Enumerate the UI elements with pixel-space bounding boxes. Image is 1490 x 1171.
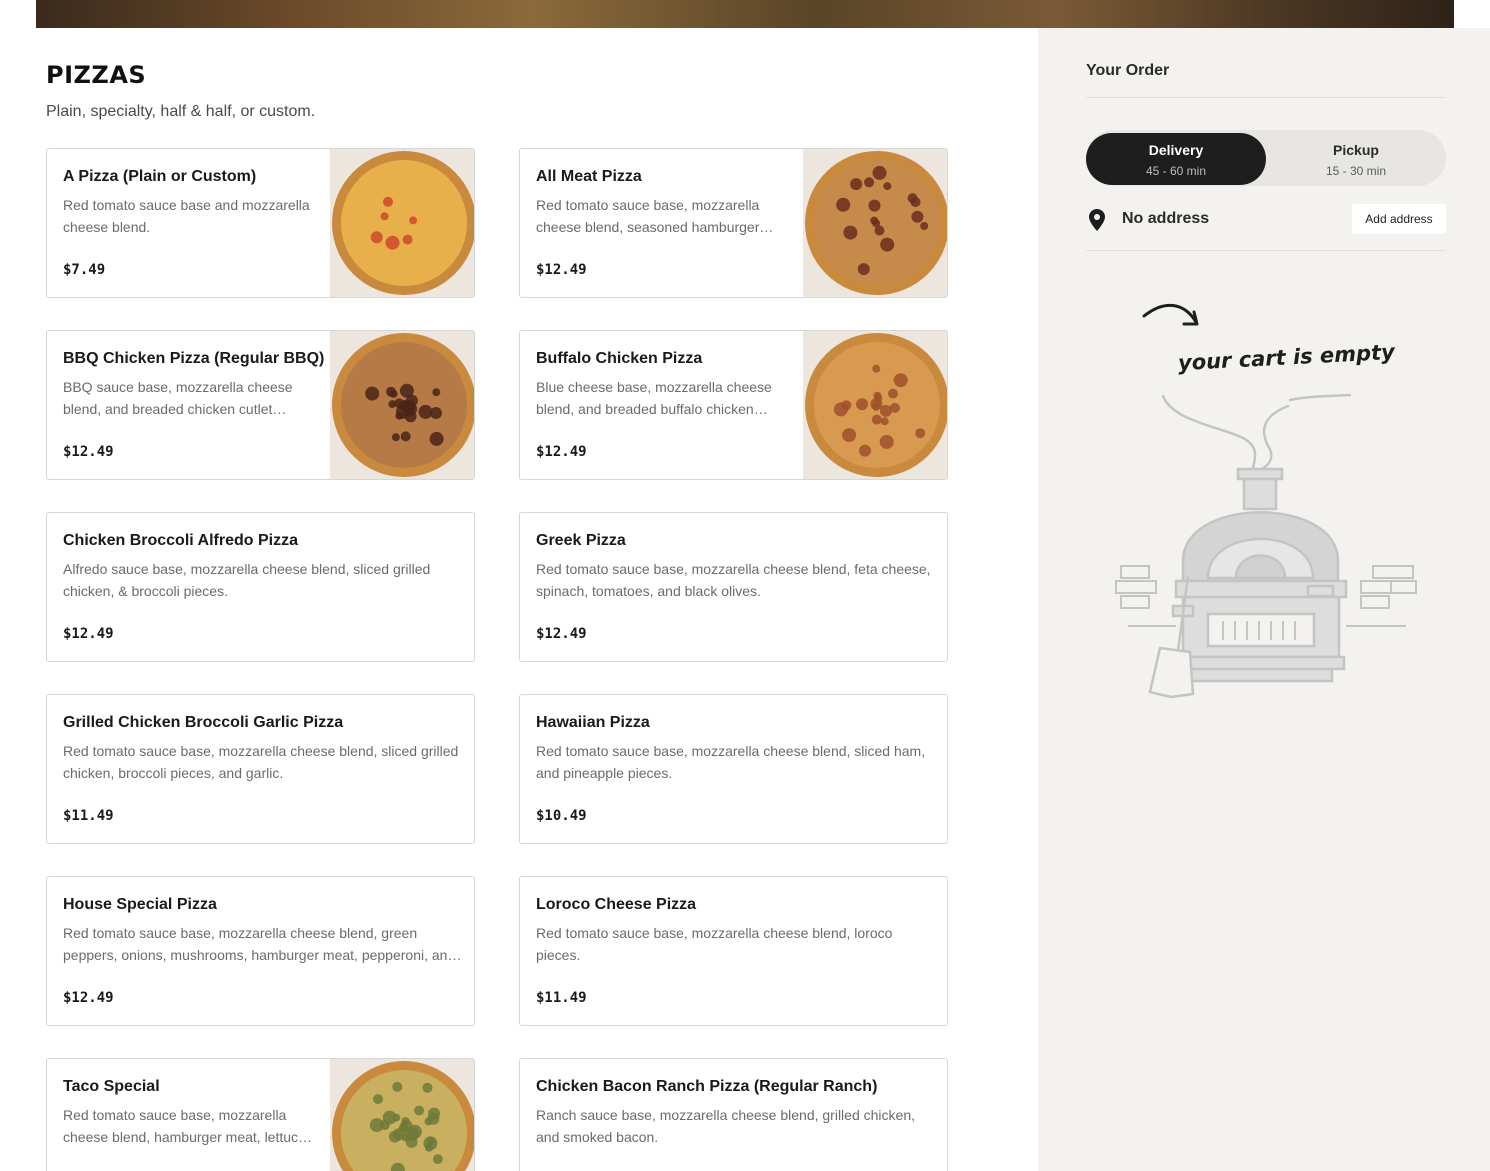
menu-item-card[interactable]: All Meat Pizza Red tomato sauce base, moz… [519,148,948,298]
section-title: PIZZAS [46,61,147,89]
delivery-label: Delivery [1148,142,1204,158]
menu-item-price: $12.49 [63,444,114,460]
menu-item-price: $12.49 [63,626,114,642]
menu-item-description: Ranch sauce base, mozzarella cheese blen… [536,1107,915,1145]
menu-item-name: Loroco Cheese Pizza [536,896,697,913]
menu-item-price: $12.49 [536,262,587,278]
location-pin-icon [1089,209,1105,231]
menu-item-card[interactable]: Greek Pizza Red tomato sauce base, mozzar… [519,512,948,662]
menu-item-description: Red tomato sauce base, mozzarella cheese… [63,925,456,963]
menu-item-card[interactable]: Loroco Cheese Pizza Red tomato sauce base… [519,876,948,1026]
address-status: No address [1122,210,1210,227]
empty-cart-text: your cart is empty [1177,340,1396,375]
menu-item-description: Red tomato sauce base, mozzarella cheese… [536,197,760,235]
all-meat-pizza-photo [803,149,947,297]
menu-item-price: $12.49 [536,626,587,642]
menu-item-card[interactable]: Chicken Broccoli Alfredo Pizza Alfredo sa… [46,512,475,662]
menu-item-name: Grilled Chicken Broccoli Garlic Pizza [63,714,344,731]
pickup-time: 15 - 30 min [1325,164,1387,178]
menu-item-description: Alfredo sauce base, mozzarella cheese bl… [63,561,431,599]
order-title: Your Order [1086,62,1170,79]
menu-item-price: $11.49 [536,990,587,1006]
taco-pizza-photo [330,1059,474,1171]
menu-item-price: $12.49 [63,990,114,1006]
arrow-icon [1142,303,1199,326]
menu-item-card[interactable]: A Pizza (Plain or Custom) Red tomato sauc… [46,148,475,298]
menu-item-card[interactable]: Buffalo Chicken Pizza Blue cheese base, m… [519,330,948,480]
menu-section: PIZZAS Plain, specialty, half & half, or… [0,28,1038,1171]
menu-item-price: $7.49 [63,262,106,278]
menu-item-description: Red tomato sauce base, mozzarella cheese… [63,1107,310,1145]
menu-item-card[interactable]: House Special Pizza Red tomato sauce base… [46,876,475,1026]
delivery-option-button[interactable]: Delivery 45 - 60 min [1086,133,1266,185]
menu-item-description: Red tomato sauce base, mozzarella cheese… [536,743,926,781]
pickup-option-button[interactable]: Pickup 15 - 30 min [1266,133,1446,185]
delivery-time: 45 - 60 min [1145,164,1207,178]
menu-item-price: $11.49 [63,808,114,824]
section-subtitle: Plain, specialty, half & half, or custom… [46,103,316,120]
menu-item-card[interactable]: Chicken Bacon Ranch Pizza (Regular Ranch… [519,1058,948,1171]
menu-item-card[interactable]: Grilled Chicken Broccoli Garlic Pizza Red… [46,694,475,844]
menu-item-name: Taco Special [63,1078,160,1095]
menu-item-description: Red tomato sauce base, mozzarella cheese… [536,561,931,599]
menu-item-description: BBQ sauce base, mozzarella cheese blend,… [63,379,293,417]
menu-item-name: Buffalo Chicken Pizza [536,350,703,367]
menu-item-price: $12.49 [536,444,587,460]
menu-item-description: Red tomato sauce base, mozzarella cheese… [63,743,459,781]
menu-item-name: All Meat Pizza [536,168,642,185]
hero-banner-image [36,0,1454,28]
fulfillment-toggle: Delivery 45 - 60 min Pickup 15 - 30 min [1086,130,1446,186]
menu-item-name: Hawaiian Pizza [536,714,650,731]
divider [1086,250,1446,251]
menu-item-card[interactable]: Hawaiian Pizza Red tomato sauce base, moz… [519,694,948,844]
menu-item-name: House Special Pizza [63,896,217,913]
plain-pizza-photo [330,149,474,297]
menu-item-name: A Pizza (Plain or Custom) [63,168,257,185]
menu-item-description: Red tomato sauce base, mozzarella cheese… [536,925,893,963]
buffalo-chicken-pizza-photo [803,331,947,479]
add-address-button[interactable]: Add address [1352,204,1446,234]
menu-item-card[interactable]: BBQ Chicken Pizza (Regular BBQ) BBQ sauce… [46,330,475,480]
pickup-label: Pickup [1333,142,1379,158]
divider [1086,97,1446,98]
menu-item-description: Blue cheese base, mozzarella cheese blen… [536,379,772,417]
menu-item-name: Greek Pizza [536,532,626,549]
bbq-chicken-pizza-photo [330,331,474,479]
menu-item-price: $10.49 [536,808,587,824]
menu-item-name: Chicken Broccoli Alfredo Pizza [63,532,299,549]
order-panel: Your Order Delivery 45 - 60 min Pickup 1… [1038,28,1490,1171]
menu-item-description: Red tomato sauce base and mozzarella che… [63,197,310,235]
menu-item-card[interactable]: Taco Special Red tomato sauce base, mozza… [46,1058,475,1171]
menu-item-name: BBQ Chicken Pizza (Regular BBQ) [63,350,325,367]
menu-item-name: Chicken Bacon Ranch Pizza (Regular Ranch… [536,1078,878,1095]
empty-cart-illustration: your cart is empty [1115,303,1417,699]
